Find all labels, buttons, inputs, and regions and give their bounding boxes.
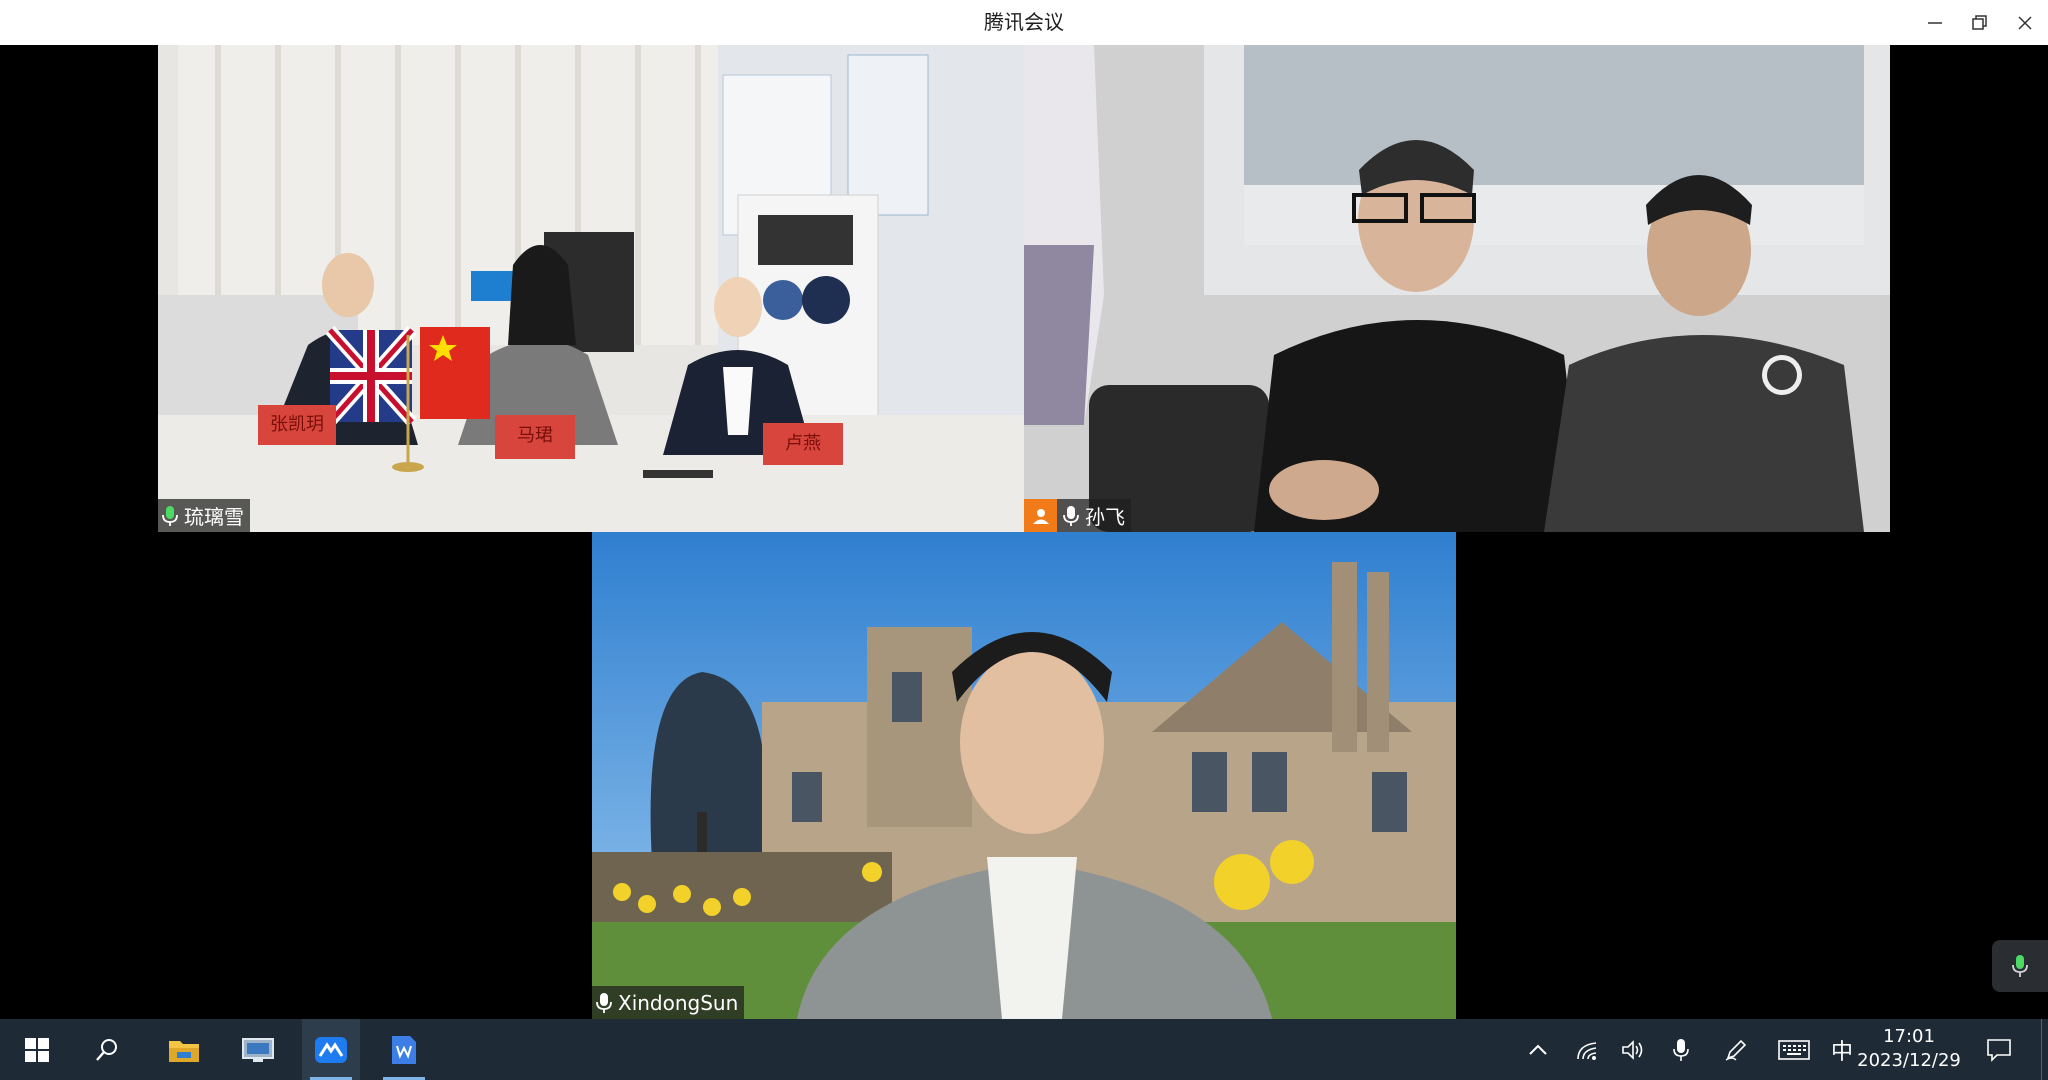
pen-icon bbox=[1725, 1039, 1747, 1061]
placard-3: 卢燕 bbox=[785, 433, 821, 454]
speaker-icon bbox=[1622, 1039, 1643, 1060]
window-title: 腾讯会议 bbox=[984, 10, 1064, 34]
keyboard-icon bbox=[1778, 1039, 1810, 1060]
taskbar-app-wps-writer[interactable] bbox=[375, 1019, 433, 1080]
folder-icon bbox=[169, 1040, 199, 1062]
video-feed bbox=[1024, 45, 1890, 532]
microphone-tray-button[interactable] bbox=[1665, 1019, 1697, 1080]
mic-speaking-icon bbox=[162, 505, 178, 526]
placard-1: 张凯玥 bbox=[270, 414, 324, 435]
video-tile-2[interactable]: 孙飞 bbox=[1024, 45, 1890, 532]
video-tile-3[interactable]: XindongSun bbox=[592, 532, 1456, 1019]
action-center-button[interactable] bbox=[1981, 1019, 2017, 1080]
person-icon bbox=[1032, 508, 1049, 524]
clock-time: 17:01 bbox=[1883, 1026, 1935, 1047]
mic-speaking-icon bbox=[2012, 955, 2028, 977]
host-badge bbox=[1024, 499, 1057, 532]
taskbar-app-tencent-meeting[interactable] bbox=[302, 1019, 360, 1080]
video-feed bbox=[592, 532, 1456, 1019]
floating-mic-button[interactable] bbox=[1992, 940, 2048, 992]
chevron-up-icon bbox=[1529, 1044, 1547, 1055]
search-icon bbox=[96, 1038, 117, 1061]
pen-workspace-button[interactable] bbox=[1720, 1019, 1752, 1080]
taskbar-clock[interactable]: 17:01 2023/12/29 bbox=[1854, 1025, 1964, 1073]
taskbar-app-file-explorer[interactable] bbox=[158, 1019, 210, 1080]
close-button[interactable] bbox=[2002, 0, 2048, 45]
video-tile-1[interactable]: 张凯玥 马珺 卢燕 琉璃雪 bbox=[158, 45, 1024, 532]
restore-icon bbox=[1972, 14, 1987, 30]
network-button[interactable] bbox=[1572, 1019, 1604, 1080]
microphone-icon bbox=[1673, 1038, 1689, 1061]
search-button[interactable] bbox=[82, 1019, 132, 1080]
taskbar-app-remote-desktop[interactable] bbox=[232, 1019, 284, 1080]
close-icon bbox=[2018, 15, 2032, 30]
title-bar: 腾讯会议 bbox=[0, 0, 2048, 45]
participant-name: XindongSun bbox=[618, 990, 739, 1015]
taskbar: 中 17:01 2023/12/29 bbox=[0, 1019, 2048, 1080]
video-feed bbox=[158, 45, 1024, 532]
participant-name: 孙飞 bbox=[1085, 505, 1125, 529]
video-stage: 张凯玥 马珺 卢燕 琉璃雪 孙飞 XindongSun bbox=[0, 45, 2048, 1019]
network-icon bbox=[1577, 1041, 1597, 1060]
start-button[interactable] bbox=[12, 1019, 62, 1080]
tencent-meeting-icon bbox=[315, 1036, 347, 1063]
participant-nametag: 琉璃雪 bbox=[158, 499, 250, 532]
clock-date: 2023/12/29 bbox=[1857, 1050, 1961, 1071]
document-writer-icon bbox=[392, 1035, 416, 1064]
restore-button[interactable] bbox=[1957, 0, 2003, 45]
touch-keyboard-button[interactable] bbox=[1776, 1019, 1812, 1080]
show-desktop-button[interactable] bbox=[2041, 1019, 2048, 1080]
participant-name: 琉璃雪 bbox=[184, 505, 244, 529]
show-hidden-icons-button[interactable] bbox=[1522, 1019, 1554, 1080]
minimize-icon bbox=[1928, 21, 1942, 24]
participant-nametag: 孙飞 bbox=[1024, 499, 1131, 532]
placard-2: 马珺 bbox=[517, 425, 553, 446]
remote-desktop-icon bbox=[242, 1037, 274, 1062]
volume-button[interactable] bbox=[1617, 1019, 1649, 1080]
minimize-button[interactable] bbox=[1912, 0, 1958, 45]
mic-icon bbox=[596, 992, 612, 1013]
notification-icon bbox=[1987, 1038, 2011, 1062]
mic-icon bbox=[1063, 505, 1079, 526]
participant-nametag: XindongSun bbox=[592, 986, 745, 1019]
windows-logo-icon bbox=[25, 1037, 49, 1062]
